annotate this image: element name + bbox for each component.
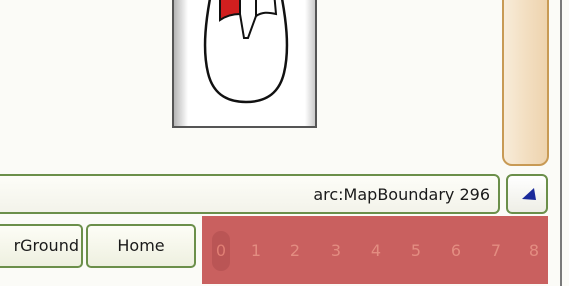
layer-0-button[interactable]: 0 bbox=[212, 231, 230, 271]
collapse-arrow-button[interactable] bbox=[506, 174, 548, 214]
layer-4-button[interactable]: 4 bbox=[367, 241, 385, 260]
ground-button[interactable]: rGround bbox=[0, 224, 83, 268]
layer-1-button[interactable]: 1 bbox=[247, 241, 265, 260]
mouse-illustration-panel bbox=[172, 0, 317, 128]
layer-5-button[interactable]: 5 bbox=[407, 241, 425, 260]
layer-3-button[interactable]: 3 bbox=[327, 241, 345, 260]
side-scroll-panel[interactable] bbox=[502, 0, 549, 166]
layer-6-button[interactable]: 6 bbox=[447, 241, 465, 260]
layer-2-button[interactable]: 2 bbox=[286, 241, 304, 260]
layer-7-button[interactable]: 7 bbox=[487, 241, 505, 260]
home-button[interactable]: Home bbox=[86, 224, 196, 268]
layer-selector: 0 1 2 3 4 5 6 7 8 bbox=[202, 216, 548, 284]
mouse-icon bbox=[203, 0, 289, 104]
status-text: arc:MapBoundary 296 bbox=[313, 185, 490, 204]
triangle-left-icon bbox=[522, 188, 536, 200]
right-divider bbox=[560, 0, 562, 286]
layer-8-button[interactable]: 8 bbox=[525, 241, 543, 260]
status-bar: arc:MapBoundary 296 bbox=[0, 174, 500, 214]
